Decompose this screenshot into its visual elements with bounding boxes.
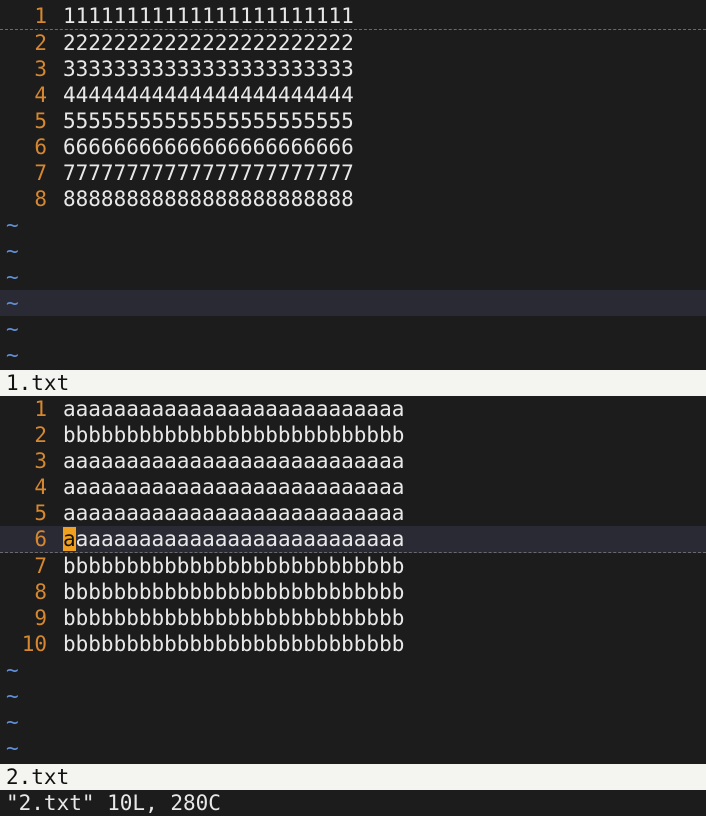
bottom-line-2[interactable]: 2 bbbbbbbbbbbbbbbbbbbbbbbbbbb	[0, 422, 706, 448]
line-text[interactable]: 66666666666666666666666	[63, 134, 354, 160]
line-text[interactable]: aaaaaaaaaaaaaaaaaaaaaaaaaaa	[63, 474, 404, 500]
line-number: 1	[34, 4, 47, 28]
top-line-4[interactable]: 4 44444444444444444444444	[0, 82, 706, 108]
line-text[interactable]: 22222222222222222222222	[63, 30, 354, 56]
line-number: 8	[34, 187, 47, 211]
tilde-marker: ~	[6, 658, 19, 682]
line-text[interactable]: 55555555555555555555555	[63, 108, 354, 134]
bottom-line-8[interactable]: 8 bbbbbbbbbbbbbbbbbbbbbbbbbbb	[0, 579, 706, 605]
line-number: 2	[34, 423, 47, 447]
line-number: 6	[34, 135, 47, 159]
line-number: 10	[21, 632, 47, 656]
empty-line-marker: ~	[0, 342, 706, 368]
line-number: 5	[34, 501, 47, 525]
line-text[interactable]: bbbbbbbbbbbbbbbbbbbbbbbbbbb	[63, 631, 404, 657]
line-number: 2	[34, 31, 47, 55]
empty-line-marker: ~	[0, 290, 706, 316]
line-number: 8	[34, 580, 47, 604]
line-number: 5	[34, 109, 47, 133]
tilde-marker: ~	[6, 317, 19, 341]
empty-line-marker: ~	[0, 657, 706, 683]
bottom-line-3[interactable]: 3 aaaaaaaaaaaaaaaaaaaaaaaaaaa	[0, 448, 706, 474]
tilde-marker: ~	[6, 736, 19, 760]
line-number: 7	[34, 161, 47, 185]
bottom-window-statusline[interactable]: 2.txt	[0, 764, 706, 790]
top-line-3[interactable]: 3 33333333333333333333333	[0, 56, 706, 82]
line-number: 3	[34, 57, 47, 81]
empty-line-marker: ~	[0, 709, 706, 735]
line-text[interactable]: 33333333333333333333333	[63, 56, 354, 82]
line-number: 3	[34, 449, 47, 473]
empty-line-marker: ~	[0, 683, 706, 709]
line-number: 4	[34, 475, 47, 499]
line-text[interactable]: aaaaaaaaaaaaaaaaaaaaaaaaaaa	[63, 396, 404, 422]
top-line-5[interactable]: 5 55555555555555555555555	[0, 108, 706, 134]
top-window[interactable]: 1 11111111111111111111111 2 22222222222222…	[0, 3, 706, 368]
statusline-filename: 1.txt	[6, 371, 70, 395]
tilde-marker: ~	[6, 265, 19, 289]
top-line-6[interactable]: 6 66666666666666666666666	[0, 134, 706, 160]
top-line-8[interactable]: 8 88888888888888888888888	[0, 186, 706, 212]
line-text[interactable]: 77777777777777777777777	[63, 160, 354, 186]
top-line-2[interactable]: 2 22222222222222222222222	[0, 30, 706, 56]
line-text[interactable]: aaaaaaaaaaaaaaaaaaaaaaaaaaa	[63, 526, 404, 552]
line-number: 4	[34, 83, 47, 107]
line-number: 1	[34, 397, 47, 421]
tilde-marker: ~	[6, 291, 19, 315]
bottom-line-5[interactable]: 5 aaaaaaaaaaaaaaaaaaaaaaaaaaa	[0, 500, 706, 526]
bottom-line-7[interactable]: 7 bbbbbbbbbbbbbbbbbbbbbbbbbbb	[0, 553, 706, 579]
command-message-line[interactable]: "2.txt" 10L, 280C	[0, 790, 706, 816]
text-cursor[interactable]: a	[63, 527, 76, 551]
tilde-marker: ~	[6, 343, 19, 367]
bottom-window[interactable]: 1 aaaaaaaaaaaaaaaaaaaaaaaaaaa 2 bbbbbbbbbb…	[0, 396, 706, 761]
tilde-marker: ~	[6, 239, 19, 263]
bottom-line-4[interactable]: 4 aaaaaaaaaaaaaaaaaaaaaaaaaaa	[0, 474, 706, 500]
line-number: 9	[34, 606, 47, 630]
line-text[interactable]: 44444444444444444444444	[63, 82, 354, 108]
statusline-filename: 2.txt	[6, 765, 70, 789]
empty-line-marker: ~	[0, 316, 706, 342]
line-text[interactable]: 11111111111111111111111	[63, 3, 354, 29]
top-line-1[interactable]: 1 11111111111111111111111	[0, 3, 706, 30]
tilde-marker: ~	[6, 213, 19, 237]
bottom-line-10[interactable]: 10 bbbbbbbbbbbbbbbbbbbbbbbbbbb	[0, 631, 706, 657]
line-text[interactable]: aaaaaaaaaaaaaaaaaaaaaaaaaaa	[63, 500, 404, 526]
bottom-line-6-current[interactable]: 6 aaaaaaaaaaaaaaaaaaaaaaaaaaa	[0, 526, 706, 553]
vim-editor: 1 11111111111111111111111 2 22222222222222…	[0, 0, 706, 815]
line-text[interactable]: bbbbbbbbbbbbbbbbbbbbbbbbbbb	[63, 605, 404, 631]
empty-line-marker: ~	[0, 238, 706, 264]
empty-line-marker: ~	[0, 735, 706, 761]
line-number: 6	[34, 527, 47, 551]
line-text[interactable]: aaaaaaaaaaaaaaaaaaaaaaaaaaa	[63, 448, 404, 474]
line-text[interactable]: bbbbbbbbbbbbbbbbbbbbbbbbbbb	[63, 422, 404, 448]
line-text-rest: aaaaaaaaaaaaaaaaaaaaaaaaaa	[75, 527, 405, 551]
line-text[interactable]: 88888888888888888888888	[63, 186, 354, 212]
bottom-line-1[interactable]: 1 aaaaaaaaaaaaaaaaaaaaaaaaaaa	[0, 396, 706, 422]
bottom-line-9[interactable]: 9 bbbbbbbbbbbbbbbbbbbbbbbbbbb	[0, 605, 706, 631]
top-window-statusline[interactable]: 1.txt	[0, 370, 706, 396]
tilde-marker: ~	[6, 710, 19, 734]
empty-line-marker: ~	[0, 212, 706, 238]
line-number: 7	[34, 554, 47, 578]
empty-line-marker: ~	[0, 264, 706, 290]
tilde-marker: ~	[6, 684, 19, 708]
top-line-7[interactable]: 7 77777777777777777777777	[0, 160, 706, 186]
line-text[interactable]: bbbbbbbbbbbbbbbbbbbbbbbbbbb	[63, 553, 404, 579]
line-text[interactable]: bbbbbbbbbbbbbbbbbbbbbbbbbbb	[63, 579, 404, 605]
